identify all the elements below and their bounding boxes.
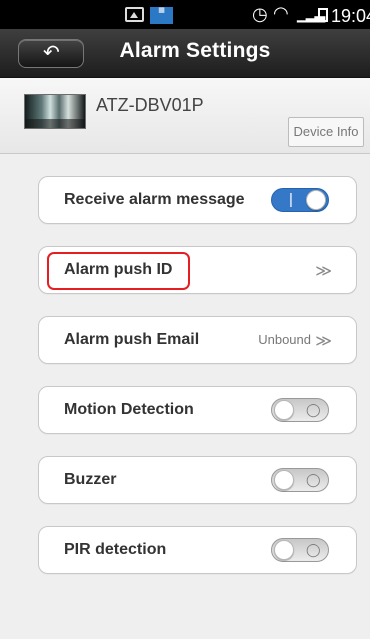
toggle-on-indicator-icon: | <box>289 191 293 208</box>
toggle-off-indicator-icon: ◯ <box>306 402 321 417</box>
toggle-knob-icon <box>274 540 294 560</box>
alarm-push-email-row[interactable]: Alarm push Email Unbound ≫ <box>38 316 357 364</box>
double-chevron-right-icon: ≫ <box>315 263 332 280</box>
device-thumbnail <box>24 94 86 129</box>
pir-detection-toggle[interactable]: ◯ <box>271 538 329 562</box>
status-bar: ▦ ◷ ◠ ▁▂▃ 19:04 <box>0 0 370 29</box>
receive-alarm-message-label: Receive alarm message <box>64 191 245 208</box>
receive-alarm-message-toggle[interactable]: | <box>271 188 329 212</box>
gallery-icon <box>125 7 144 22</box>
toggle-off-indicator-icon: ◯ <box>306 542 321 557</box>
selection-highlight <box>47 252 190 290</box>
receive-alarm-message-row[interactable]: Receive alarm message | <box>38 176 357 224</box>
alarm-clock-icon: ◷ <box>252 4 268 24</box>
nav-bar: ↶ Alarm Settings <box>0 29 370 78</box>
device-info-button[interactable]: Device Info <box>288 117 364 147</box>
device-name: ATZ-DBV01P <box>96 95 204 115</box>
status-time: 19:04 <box>331 6 370 26</box>
email-binding-status: Unbound <box>258 332 311 347</box>
motion-detection-label: Motion Detection <box>64 401 194 418</box>
pir-detection-row[interactable]: PIR detection ◯ <box>38 526 357 574</box>
wifi-icon: ◠ <box>273 3 289 23</box>
toggle-knob-icon <box>274 400 294 420</box>
double-chevron-right-icon: ≫ <box>315 333 332 350</box>
motion-detection-toggle[interactable]: ◯ <box>271 398 329 422</box>
buzzer-toggle[interactable]: ◯ <box>271 468 329 492</box>
pir-detection-label: PIR detection <box>64 541 167 558</box>
buzzer-label: Buzzer <box>64 471 117 488</box>
motion-detection-row[interactable]: Motion Detection ◯ <box>38 386 357 434</box>
toggle-knob-icon <box>306 190 326 210</box>
toggle-knob-icon <box>274 470 294 490</box>
alarm-push-email-label: Alarm push Email <box>64 331 200 348</box>
buzzer-row[interactable]: Buzzer ◯ <box>38 456 357 504</box>
app-icon: ▦ <box>150 7 173 24</box>
toggle-off-indicator-icon: ◯ <box>306 472 321 487</box>
battery-icon <box>318 8 328 22</box>
page-title: Alarm Settings <box>119 39 271 62</box>
